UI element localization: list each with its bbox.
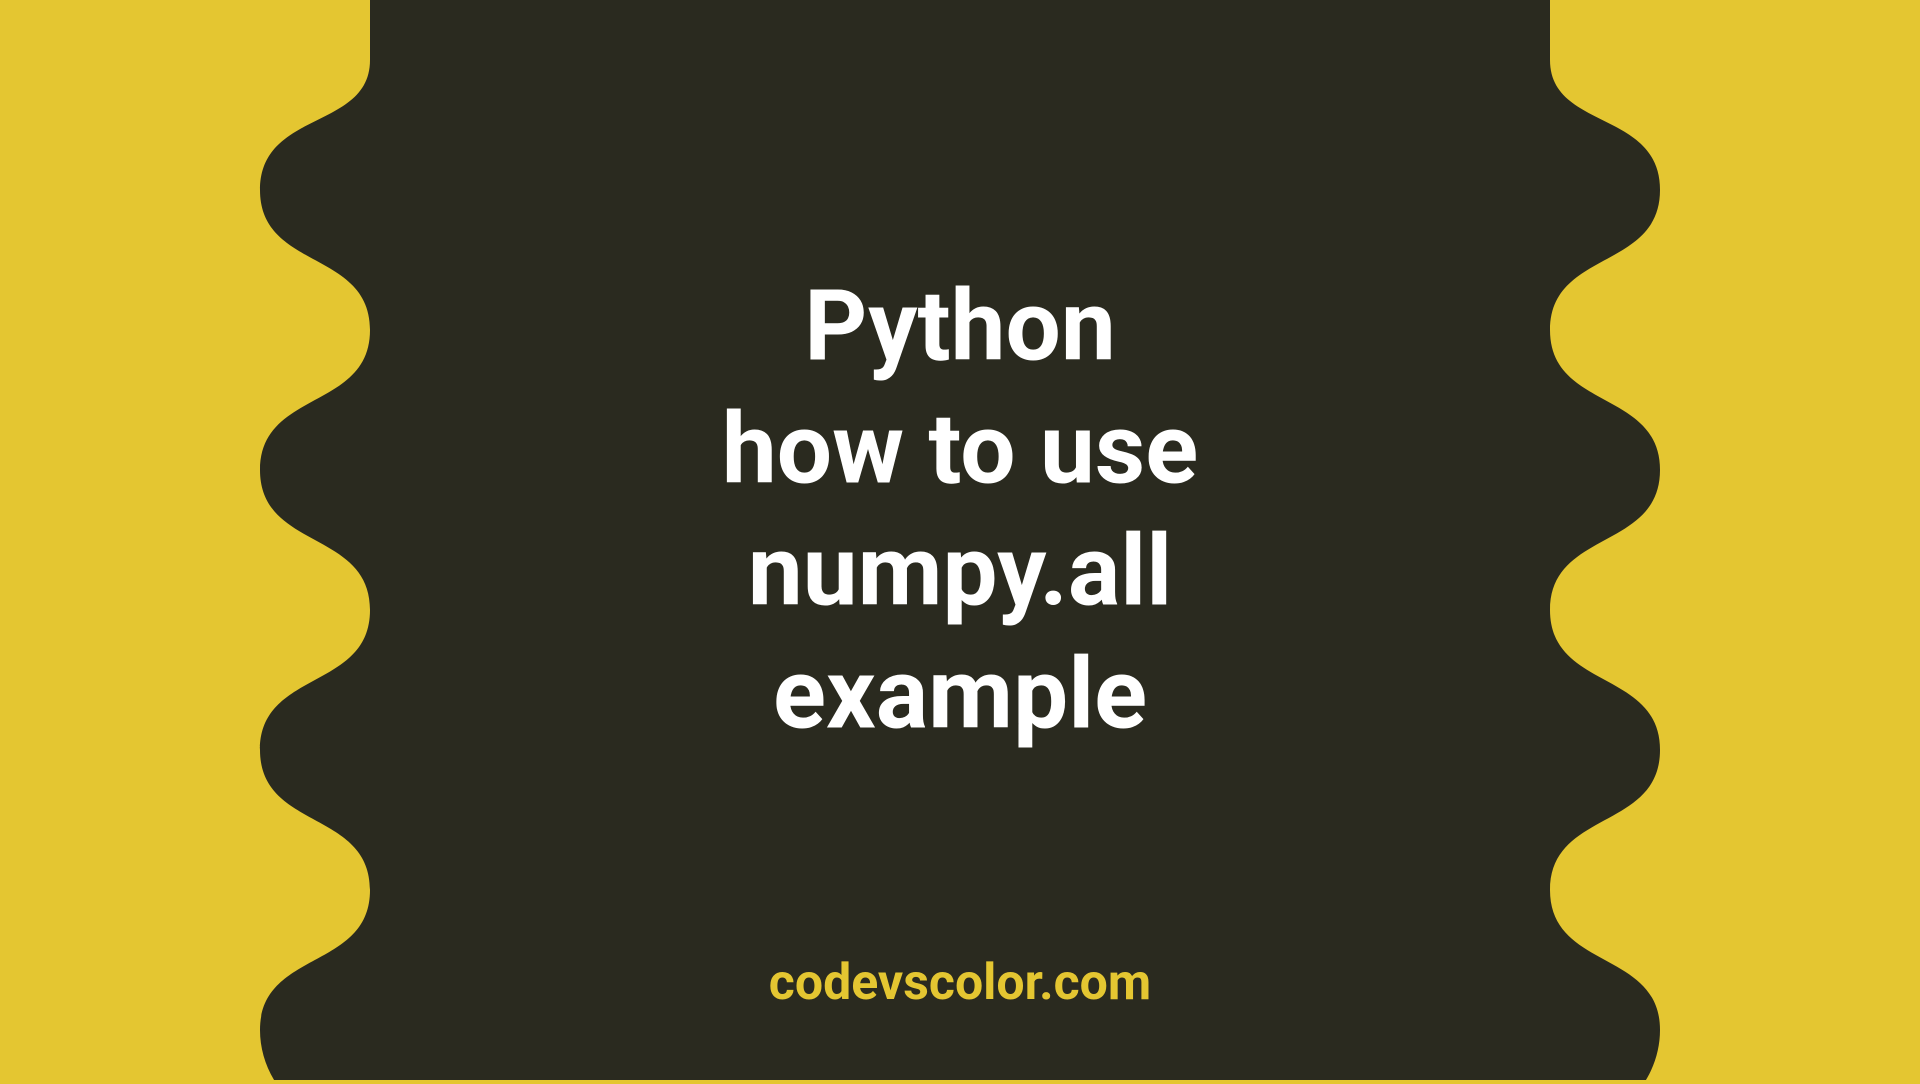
title-line-4: example bbox=[722, 633, 1198, 756]
title-line-1: Python bbox=[722, 266, 1198, 389]
title-line-2: how to use bbox=[722, 388, 1198, 511]
footer-credit: codevscolor.com bbox=[769, 954, 1151, 1012]
page-title: Python how to use numpy.all example bbox=[722, 266, 1198, 756]
title-line-3: numpy.all bbox=[722, 511, 1198, 633]
